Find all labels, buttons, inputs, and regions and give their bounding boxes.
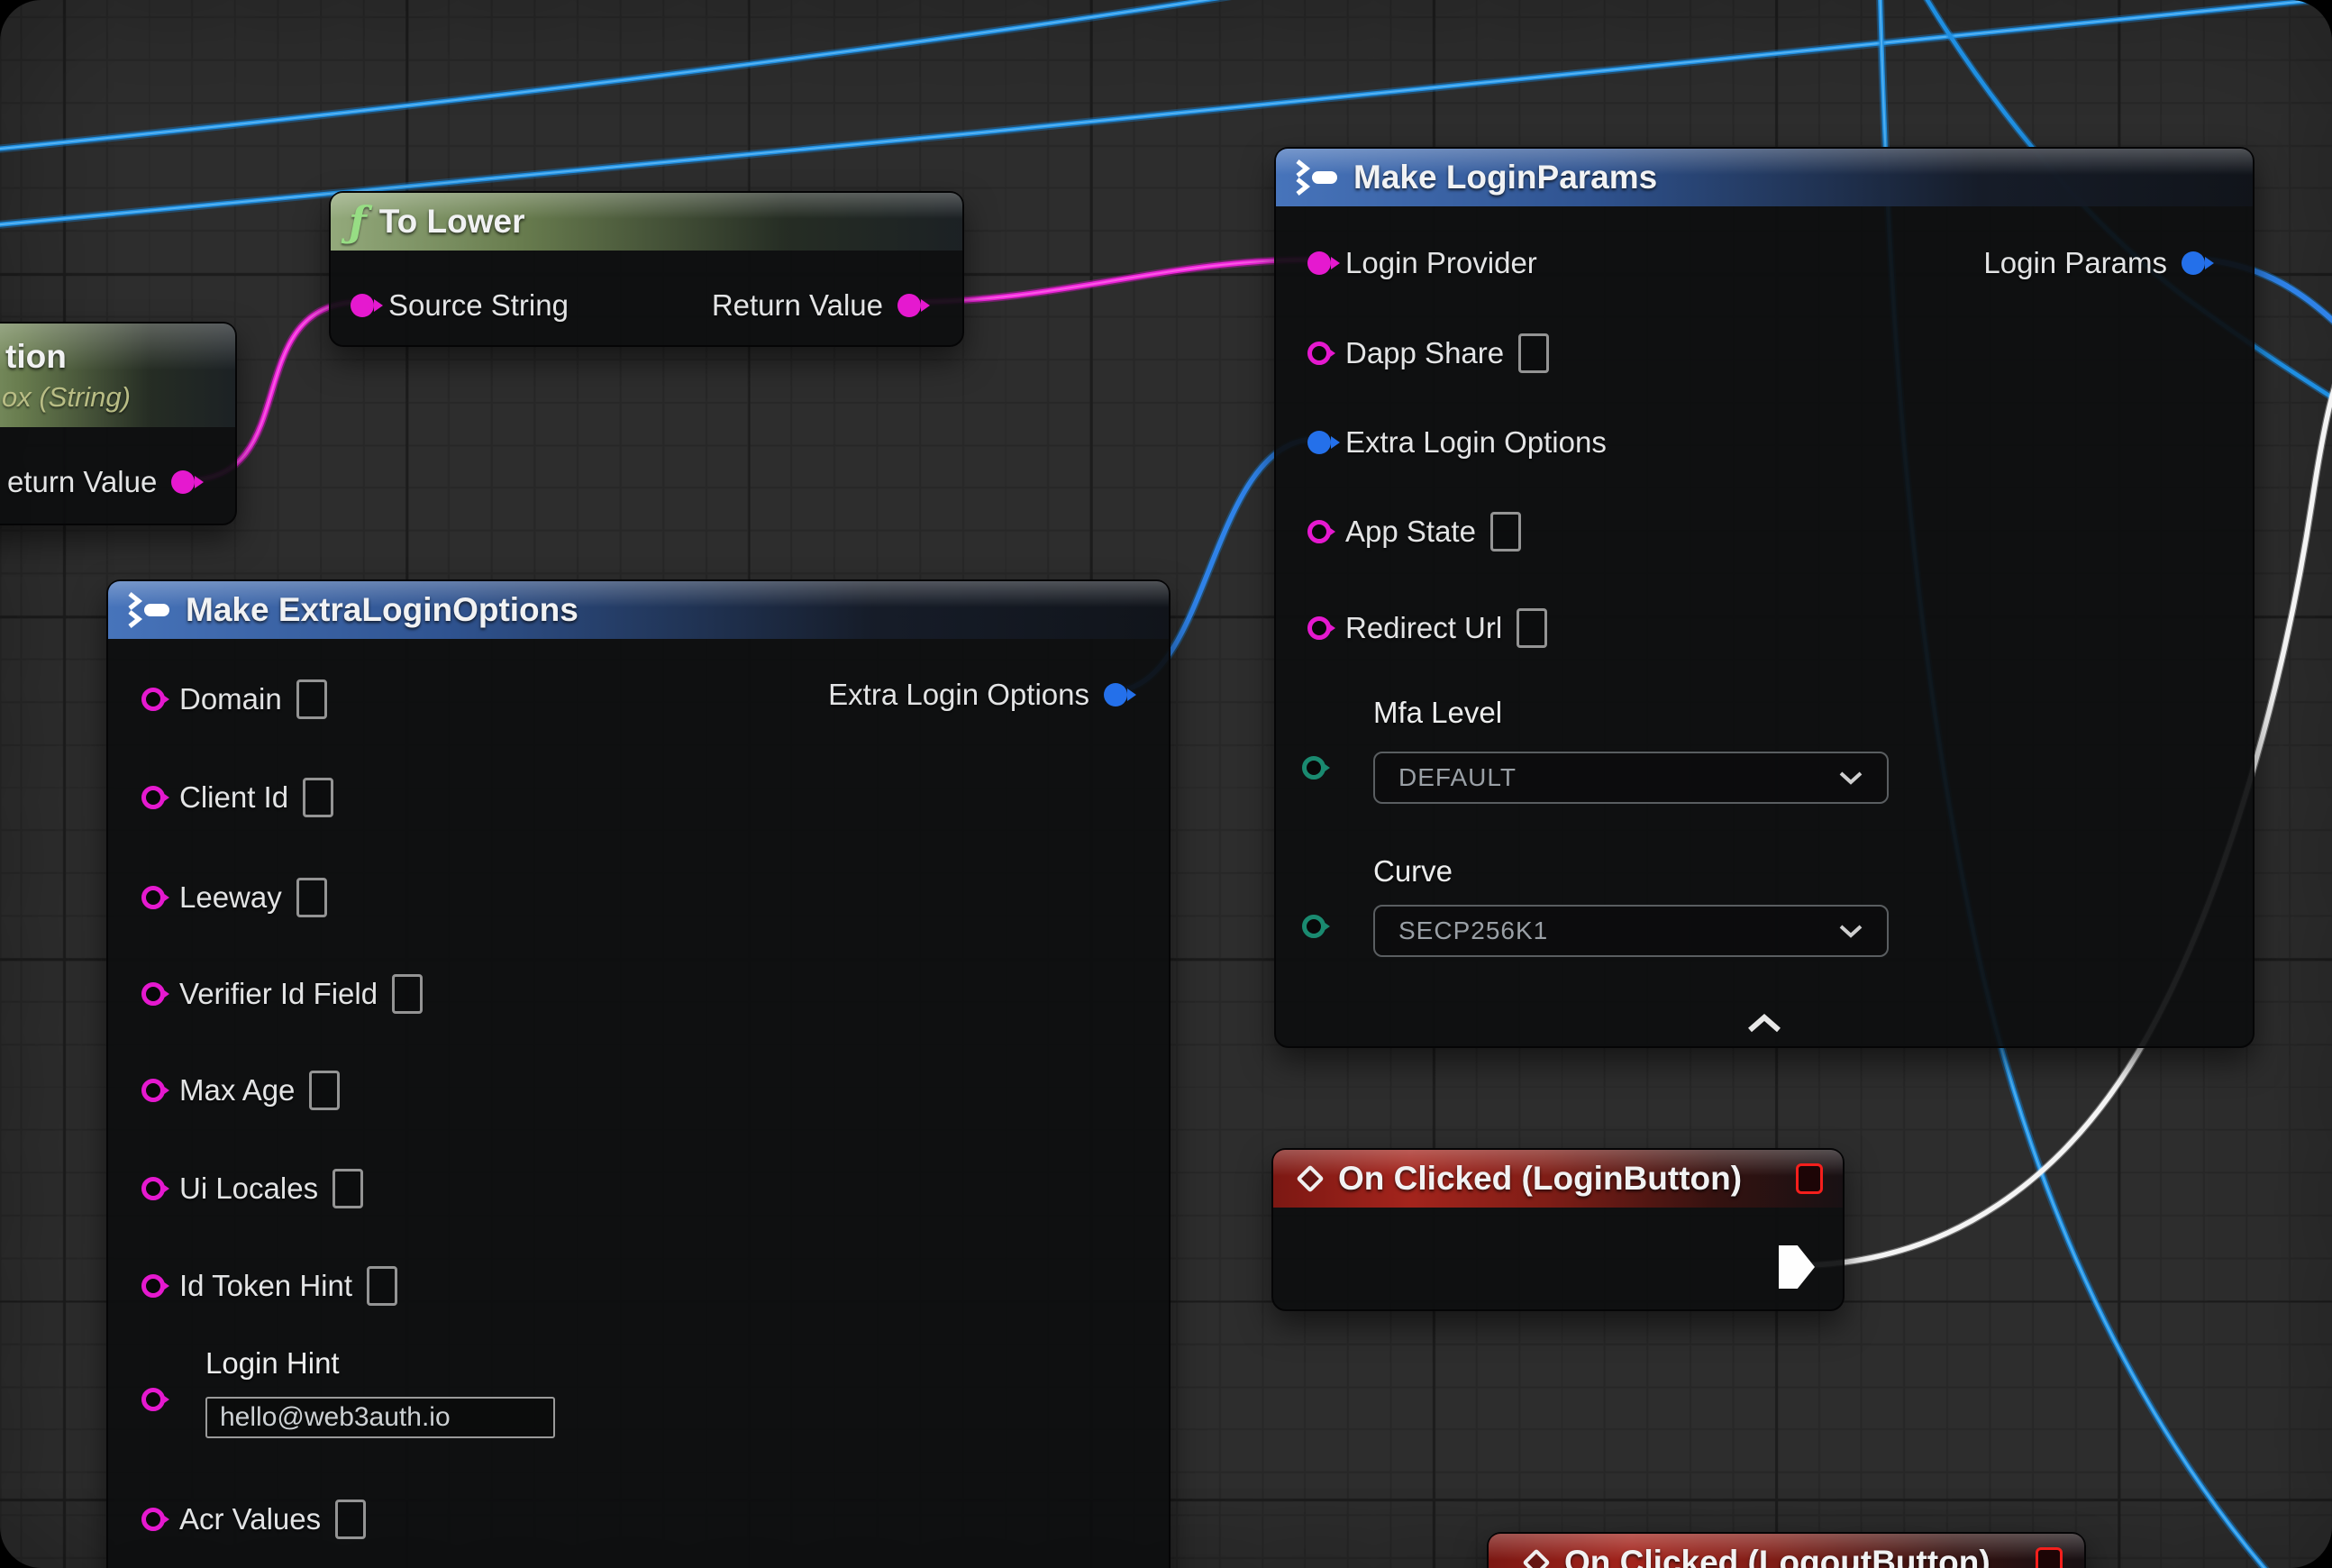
- node-title-on-clicked-login: On Clicked (LoginButton): [1338, 1160, 1742, 1198]
- pin-label-dapp-share: Dapp Share: [1345, 336, 1504, 370]
- wire-blue-top-left: [0, 0, 1308, 151]
- login-hint-value: hello@web3auth.io: [220, 1402, 451, 1433]
- input-pin-max-age[interactable]: [141, 1079, 165, 1102]
- node-on-clicked-login-button[interactable]: On Clicked (LoginButton): [1271, 1148, 1845, 1311]
- input-pin-acr-values[interactable]: [141, 1508, 165, 1531]
- checkbox-redirect-url[interactable]: [1517, 608, 1547, 648]
- pin-label-source-string: Source String: [388, 288, 569, 323]
- chevron-down-icon: [1838, 770, 1863, 785]
- node-partial-function[interactable]: tion ox (String) eturn Value: [0, 322, 237, 525]
- input-pin-login-hint[interactable]: [141, 1388, 165, 1411]
- input-pin-id-token-hint[interactable]: [141, 1274, 165, 1298]
- checkbox-id-token-hint[interactable]: [367, 1266, 397, 1306]
- checkbox-acr-values[interactable]: [335, 1500, 366, 1539]
- pin-label-client-id: Client Id: [179, 780, 288, 815]
- pin-label-extra-login-options: Extra Login Options: [1345, 425, 1607, 460]
- input-pin-verifier-id-field[interactable]: [141, 982, 165, 1006]
- pin-label-leeway: Leeway: [179, 880, 282, 915]
- node-to-lower[interactable]: ƒ To Lower Source String Return Value: [329, 191, 964, 347]
- checkbox-leeway[interactable]: [296, 878, 327, 917]
- input-pin-source-string[interactable]: [351, 294, 374, 317]
- event-diamond-icon: [1296, 1164, 1324, 1192]
- input-pin-ui-locales[interactable]: [141, 1177, 165, 1200]
- output-pin-extra-login-options[interactable]: [1104, 683, 1127, 707]
- delegate-output-icon[interactable]: [2036, 1547, 2063, 1568]
- input-pin-redirect-url[interactable]: [1307, 616, 1331, 640]
- collapse-node-chevron-icon[interactable]: [1744, 1012, 1784, 1035]
- chevron-down-icon: [1838, 924, 1863, 938]
- checkbox-ui-locales[interactable]: [332, 1169, 363, 1208]
- input-pin-domain[interactable]: [141, 688, 165, 711]
- input-pin-extra-login-options[interactable]: [1307, 431, 1331, 454]
- input-pin-login-provider[interactable]: [1307, 251, 1331, 275]
- checkbox-dapp-share[interactable]: [1518, 333, 1549, 373]
- login-hint-text-input[interactable]: hello@web3auth.io: [205, 1397, 555, 1438]
- node-title-to-lower: To Lower: [379, 203, 525, 241]
- mfa-level-value: DEFAULT: [1398, 763, 1517, 792]
- pin-label-return-value: Return Value: [712, 288, 883, 323]
- pure-function-icon: ƒ: [349, 201, 367, 242]
- output-pin-return-value[interactable]: [897, 294, 921, 317]
- pin-label-verifier-id-field: Verifier Id Field: [179, 977, 378, 1011]
- pin-label-curve: Curve: [1373, 854, 1453, 889]
- blueprint-graph-canvas[interactable]: tion ox (String) eturn Value ƒ To Lower …: [0, 0, 2332, 1568]
- checkbox-max-age[interactable]: [309, 1071, 340, 1110]
- node-subtitle-fragment: ox (String): [2, 381, 131, 414]
- pin-label-extra-login-options-out: Extra Login Options: [828, 678, 1089, 712]
- node-title-fragment: tion: [5, 338, 67, 376]
- input-pin-client-id[interactable]: [141, 786, 165, 809]
- checkbox-client-id[interactable]: [303, 778, 333, 817]
- event-diamond-icon: [1522, 1548, 1550, 1568]
- node-title-make-extra-login-options: Make ExtraLoginOptions: [186, 591, 578, 629]
- input-pin-mfa-level[interactable]: [1302, 756, 1325, 779]
- node-on-clicked-logout-button[interactable]: On Clicked (LogoutButton): [1487, 1532, 2086, 1568]
- input-pin-curve[interactable]: [1302, 915, 1325, 938]
- exec-output-pin[interactable]: [1779, 1245, 1815, 1289]
- wire-magenta-tolower-to-loginprovider: [910, 260, 1317, 302]
- pin-label-acr-values: Acr Values: [179, 1502, 321, 1536]
- pin-label-login-hint: Login Hint: [205, 1346, 340, 1381]
- checkbox-domain[interactable]: [296, 679, 327, 719]
- delegate-output-icon[interactable]: [1796, 1163, 1823, 1194]
- make-struct-icon: [1294, 160, 1341, 196]
- checkbox-verifier-id-field[interactable]: [392, 974, 423, 1014]
- pin-label-login-provider: Login Provider: [1345, 246, 1537, 280]
- pin-label-redirect-url: Redirect Url: [1345, 611, 1502, 645]
- pin-label-app-state: App State: [1345, 515, 1476, 549]
- node-make-extra-login-options[interactable]: Make ExtraLoginOptions Domain Client Id …: [106, 579, 1171, 1568]
- curve-value: SECP256K1: [1398, 916, 1548, 945]
- node-title-on-clicked-logout: On Clicked (LogoutButton): [1564, 1544, 1990, 1568]
- make-struct-icon: [126, 592, 173, 628]
- pin-label-login-params-out: Login Params: [1983, 246, 2167, 280]
- pin-label-ui-locales: Ui Locales: [179, 1171, 318, 1206]
- pin-label-id-token-hint: Id Token Hint: [179, 1269, 352, 1303]
- output-pin-return-value[interactable]: [171, 470, 195, 494]
- checkbox-app-state[interactable]: [1490, 512, 1521, 552]
- input-pin-dapp-share[interactable]: [1307, 342, 1331, 365]
- node-make-login-params[interactable]: Make LoginParams Login Provider Dapp Sha…: [1274, 147, 2255, 1048]
- pin-label-mfa-level: Mfa Level: [1373, 696, 1502, 730]
- mfa-level-dropdown[interactable]: DEFAULT: [1373, 752, 1889, 804]
- input-pin-app-state[interactable]: [1307, 520, 1331, 543]
- input-pin-leeway[interactable]: [141, 886, 165, 909]
- pin-label-return-value-fragment: eturn Value: [7, 465, 157, 499]
- output-pin-login-params[interactable]: [2182, 251, 2205, 275]
- node-title-make-login-params: Make LoginParams: [1353, 159, 1657, 196]
- curve-dropdown[interactable]: SECP256K1: [1373, 905, 1889, 957]
- pin-label-domain: Domain: [179, 682, 282, 716]
- pin-label-max-age: Max Age: [179, 1073, 295, 1108]
